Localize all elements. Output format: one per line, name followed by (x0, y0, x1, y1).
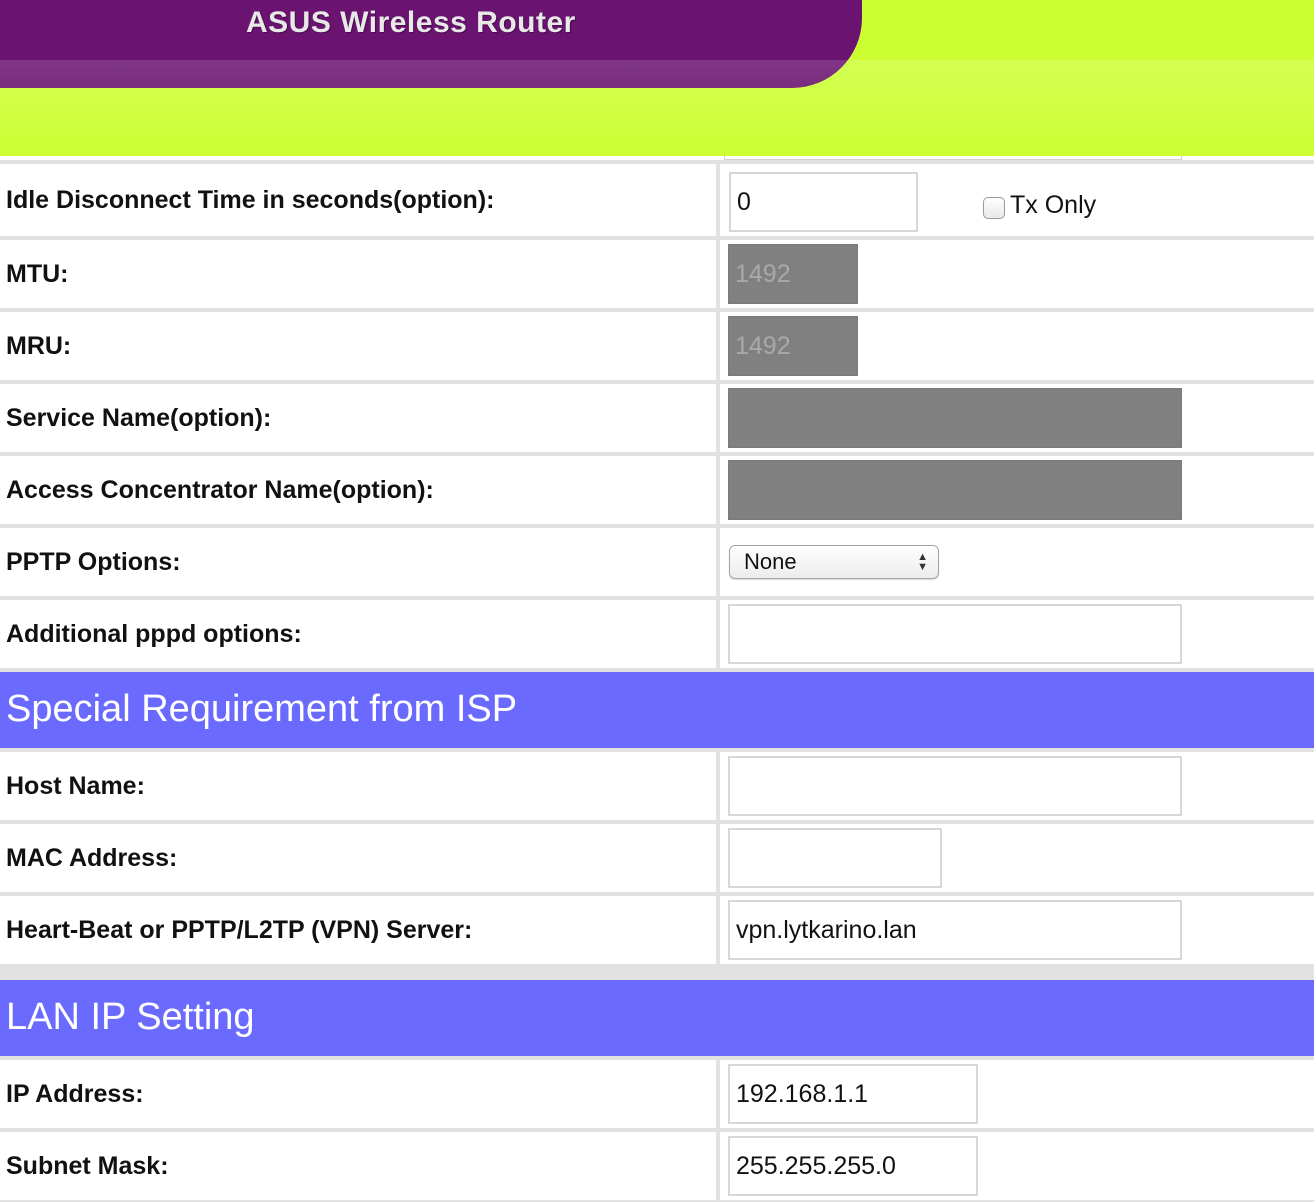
row-heartbeat-server: Heart-Beat or PPTP/L2TP (VPN) Server: vp… (0, 896, 1314, 964)
mtu-input[interactable]: 1492 (728, 244, 858, 304)
label-cell: IP Address: (0, 1060, 720, 1128)
row-service-name: Service Name(option): (0, 384, 1314, 452)
value-cell (724, 456, 1314, 524)
heartbeat-server-label: Heart-Beat or PPTP/L2TP (VPN) Server: (6, 916, 473, 944)
value-cell: 192.168.1.1 (724, 1060, 1314, 1128)
host-name-input[interactable] (728, 756, 1182, 816)
row-host-name: Host Name: (0, 752, 1314, 820)
label-cell: Access Concentrator Name(option): (0, 456, 720, 524)
mac-address-input[interactable] (728, 828, 942, 888)
row-idle-disconnect: Idle Disconnect Time in seconds(option):… (0, 164, 1314, 236)
access-concentrator-label: Access Concentrator Name(option): (6, 476, 434, 504)
label-cell: Subnet Mask: (0, 1132, 720, 1200)
row-additional-pppd: Additional pppd options: (0, 600, 1314, 668)
value-cell: 1492 (724, 240, 1314, 308)
value-cell (724, 384, 1314, 452)
select-arrows-icon: ▲ ▼ (917, 551, 928, 573)
service-name-input[interactable] (728, 388, 1182, 448)
row-mru: MRU: 1492 (0, 312, 1314, 380)
value-cell (724, 752, 1314, 820)
value-cell: 1492 (724, 312, 1314, 380)
section-special-requirement: Special Requirement from ISP (0, 672, 1314, 748)
subnet-mask-input[interactable]: 255.255.255.0 (728, 1136, 978, 1196)
ip-address-input[interactable]: 192.168.1.1 (728, 1064, 978, 1124)
label-cell: MAC Address: (0, 824, 720, 892)
mtu-label: MTU: (6, 260, 69, 288)
row-mtu: MTU: 1492 (0, 240, 1314, 308)
label-cell: MTU: (0, 240, 720, 308)
row-mac-address: MAC Address: (0, 824, 1314, 892)
router-title: ASUS Wireless Router (246, 6, 576, 39)
access-concentrator-input[interactable] (728, 460, 1182, 520)
heartbeat-server-input[interactable]: vpn.lytkarino.lan (728, 900, 1182, 960)
label-cell: MRU: (0, 312, 720, 380)
pptp-options-value: None (744, 549, 797, 574)
additional-pppd-label: Additional pppd options: (6, 620, 302, 648)
section-title: Special Requirement from ISP (6, 688, 518, 730)
tx-only-checkbox[interactable] (983, 197, 1005, 219)
subnet-mask-label: Subnet Mask: (6, 1152, 169, 1180)
value-cell: vpn.lytkarino.lan (724, 896, 1314, 964)
idle-disconnect-input[interactable]: 0 (729, 172, 918, 232)
section-gap (0, 964, 1314, 980)
header-banner: ASUS Wireless Router (0, 0, 1314, 156)
mru-input[interactable]: 1492 (728, 316, 858, 376)
value-cell: 255.255.255.0 (724, 1132, 1314, 1200)
row-pptp-options: PPTP Options: None ▲ ▼ (0, 528, 1314, 596)
pptp-options-label: PPTP Options: (6, 548, 181, 576)
value-cell: None ▲ ▼ (724, 528, 1314, 596)
value-cell (724, 824, 1314, 892)
service-name-label: Service Name(option): (6, 404, 272, 432)
mac-address-label: MAC Address: (6, 844, 178, 872)
mru-label: MRU: (6, 332, 72, 360)
section-title: LAN IP Setting (6, 996, 255, 1038)
label-cell: Idle Disconnect Time in seconds(option): (0, 164, 720, 236)
label-cell: Host Name: (0, 752, 720, 820)
ip-address-label: IP Address: (6, 1080, 144, 1108)
label-cell: PPTP Options: (0, 528, 720, 596)
row-access-concentrator: Access Concentrator Name(option): (0, 456, 1314, 524)
value-cell: 0 Tx Only (724, 164, 1314, 236)
host-name-label: Host Name: (6, 772, 145, 800)
value-cell (724, 600, 1314, 668)
section-lan-ip-setting: LAN IP Setting (0, 980, 1314, 1056)
additional-pppd-input[interactable] (728, 604, 1182, 664)
idle-disconnect-label: Idle Disconnect Time in seconds(option): (6, 186, 495, 214)
label-cell: Additional pppd options: (0, 600, 720, 668)
row-subnet-mask: Subnet Mask: 255.255.255.0 (0, 1132, 1314, 1200)
label-cell: Heart-Beat or PPTP/L2TP (VPN) Server: (0, 896, 720, 964)
row-ip-address: IP Address: 192.168.1.1 (0, 1060, 1314, 1128)
tx-only-label[interactable]: Tx Only (1010, 191, 1096, 220)
pptp-options-select[interactable]: None ▲ ▼ (729, 545, 939, 579)
label-cell: Service Name(option): (0, 384, 720, 452)
